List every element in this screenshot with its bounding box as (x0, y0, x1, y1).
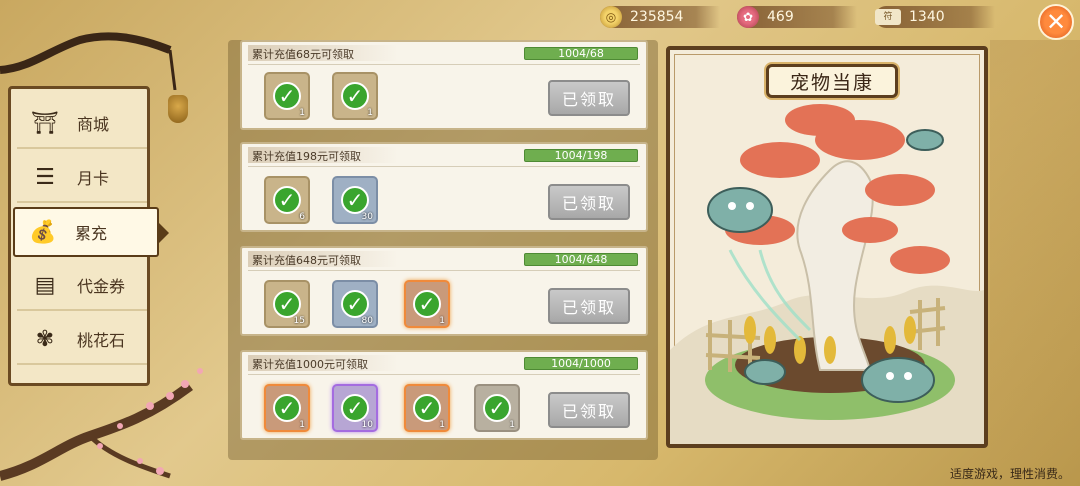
reward-item[interactable]: ✓ 1 (474, 384, 520, 432)
check-icon: ✓ (413, 394, 441, 422)
item-quantity: 10 (361, 420, 373, 430)
nav-item-label: 累充 (75, 224, 108, 243)
reward-item[interactable]: ✓ 1 (264, 72, 310, 120)
check-icon: ✓ (483, 394, 511, 422)
nav-item-label: 桃花石 (77, 331, 126, 350)
reward-item[interactable]: ✓ 1 (264, 384, 310, 432)
nav-item-shop[interactable]: ⛩ 商城 (17, 99, 147, 149)
money-bag-icon: 💰 (29, 219, 57, 245)
nav-item-monthly-card[interactable]: ☰ 月卡 (17, 153, 147, 203)
nav-item-label: 代金券 (77, 277, 126, 296)
roof-decoration (0, 32, 177, 90)
reward-item[interactable]: ✓ 6 (264, 176, 310, 224)
reward-card: 累计充值198元可领取 1004/198 ✓ 6 ✓ 30 已领取 (240, 142, 648, 232)
reward-progress: 1004/1000 (524, 357, 638, 370)
item-quantity: 15 (293, 316, 305, 326)
bell-decoration (168, 95, 188, 123)
check-icon: ✓ (341, 82, 369, 110)
coin-icon: ◎ (600, 6, 622, 28)
pet-showcase-panel: 宠物当康 (666, 46, 988, 448)
check-icon: ✓ (413, 290, 441, 318)
coin-counter: ◎ 235854 (600, 6, 720, 28)
reward-progress: 1004/68 (524, 47, 638, 60)
reward-item[interactable]: ✓ 15 (264, 280, 310, 328)
reward-title: 累计充值1000元可领取 (252, 358, 368, 371)
check-icon: ✓ (273, 186, 301, 214)
background-frame (990, 40, 1080, 460)
claimed-button[interactable]: 已领取 (548, 392, 630, 428)
item-quantity: 1 (299, 420, 305, 430)
nav-item-label: 月卡 (77, 169, 110, 188)
showcase-title: 宠物当康 (766, 64, 898, 98)
close-button[interactable]: ✕ (1038, 4, 1074, 40)
ticket-icon: 符 (875, 9, 901, 25)
check-icon: ✓ (273, 82, 301, 110)
check-icon: ✓ (341, 186, 369, 214)
claimed-button[interactable]: 已领取 (548, 184, 630, 220)
check-icon: ✓ (341, 394, 369, 422)
coin-amount: 235854 (630, 9, 684, 25)
reward-item[interactable]: ✓ 1 (404, 280, 450, 328)
nav-item-cumulative-recharge[interactable]: 💰 累充 (13, 207, 169, 257)
pet-illustration (670, 104, 984, 444)
check-icon: ✓ (341, 290, 369, 318)
voucher-icon: ▤ (34, 272, 56, 298)
check-icon: ✓ (273, 290, 301, 318)
flower-amount: 469 (767, 9, 794, 25)
reward-card: 累计充值648元可领取 1004/648 ✓ 15 ✓ 80 ✓ 1 已领取 (240, 246, 648, 336)
card-icon: ☰ (35, 164, 55, 190)
nav-item-peach-stone[interactable]: ✾ 桃花石 (17, 315, 147, 365)
healthy-gaming-notice: 适度游戏，理性消费。 (949, 467, 1070, 481)
item-quantity: 30 (361, 212, 373, 222)
item-quantity: 80 (361, 316, 373, 326)
ticket-amount: 1340 (909, 9, 945, 25)
item-quantity: 1 (509, 420, 515, 430)
reward-item[interactable]: ✓ 30 (332, 176, 378, 224)
nav-item-voucher[interactable]: ▤ 代金券 (17, 261, 147, 311)
reward-progress: 1004/198 (524, 149, 638, 162)
check-icon: ✓ (273, 394, 301, 422)
claimed-button[interactable]: 已领取 (548, 288, 630, 324)
item-quantity: 1 (299, 108, 305, 118)
reward-progress: 1004/648 (524, 253, 638, 266)
reward-card: 累计充值68元可领取 1004/68 ✓ 1 ✓ 1 已领取 (240, 40, 648, 130)
shop-icon: ⛩ (31, 110, 59, 136)
reward-item[interactable]: ✓ 80 (332, 280, 378, 328)
ticket-counter: 符 1340 (875, 6, 995, 28)
item-quantity: 1 (439, 420, 445, 430)
reward-item[interactable]: ✓ 1 (332, 72, 378, 120)
close-icon: ✕ (1045, 8, 1067, 36)
reward-item[interactable]: ✓ 1 (404, 384, 450, 432)
flower-counter: ✿ 469 (737, 6, 857, 28)
reward-title: 累计充值648元可领取 (252, 254, 361, 267)
claimed-button[interactable]: 已领取 (548, 80, 630, 116)
item-quantity: 1 (439, 316, 445, 326)
item-quantity: 1 (367, 108, 373, 118)
reward-item[interactable]: ✓ 10 (332, 384, 378, 432)
item-quantity: 6 (299, 212, 305, 222)
reward-card: 累计充值1000元可领取 1004/1000 ✓ 1 ✓ 10 ✓ 1 ✓ 1 … (240, 350, 648, 440)
flower-icon: ✿ (737, 6, 759, 28)
reward-title: 累计充值68元可领取 (252, 48, 354, 61)
nav-item-label: 商城 (77, 115, 110, 134)
peach-stone-icon: ✾ (35, 326, 55, 352)
reward-title: 累计充值198元可领取 (252, 150, 361, 163)
side-nav: ⛩ 商城 ☰ 月卡 💰 累充 ▤ 代金券 ✾ 桃花石 (8, 86, 169, 386)
